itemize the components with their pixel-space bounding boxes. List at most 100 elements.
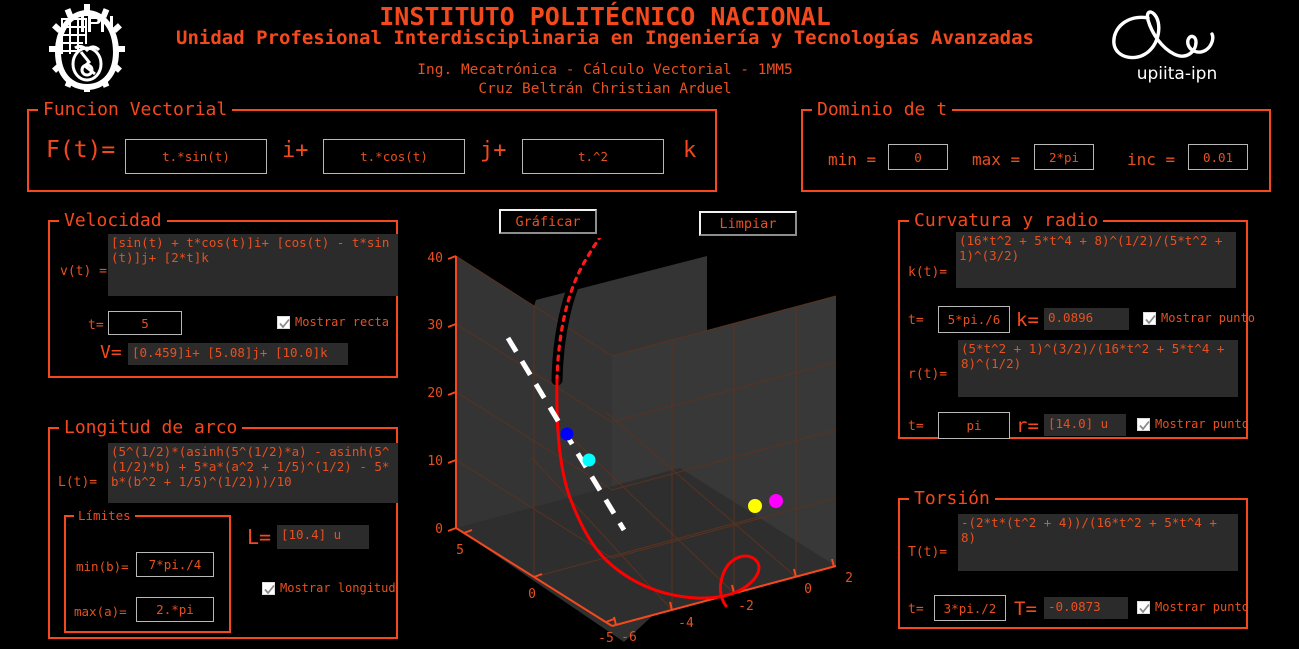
max-label: max = (972, 150, 1021, 169)
vt-label: v(t) = (60, 264, 107, 279)
mostrar-longitud-label: Mostrar longitud (280, 581, 396, 595)
i-unit-label: i+ (282, 138, 309, 163)
torsion-mostrar-punto-label: Mostrar punto (1155, 600, 1249, 614)
checkbox-box[interactable] (277, 315, 290, 329)
curvature-point-marker (560, 427, 574, 441)
velocidad-t-label: t= (88, 318, 104, 333)
svg-text:-5: -5 (598, 631, 614, 646)
min-label: min = (828, 150, 877, 169)
svg-text:-4: -4 (678, 616, 694, 631)
graficar-button[interactable]: Gráficar (499, 209, 597, 234)
radio-mostrar-punto-label: Mostrar punto (1155, 417, 1249, 431)
svg-text:0: 0 (804, 582, 812, 597)
z-tick-labels: 0 10 20 30 40 (427, 251, 443, 537)
velocidad-panel: Velocidad v(t) = [sin(t) + t*cos(t)]i+ [… (48, 211, 398, 378)
torsion-t-label: t= (908, 602, 924, 617)
torsion-point-marker (748, 499, 762, 513)
inc-label: inc = (1127, 150, 1176, 169)
checkbox-box[interactable] (262, 581, 275, 595)
r-value: [14.0] u (1044, 414, 1126, 436)
tmin-input[interactable] (888, 144, 948, 170)
z-ticks (447, 255, 457, 532)
k-unit-label: k (683, 138, 697, 163)
longitud-arco-legend: Longitud de arco (59, 418, 243, 438)
k-label: k= (1016, 309, 1039, 331)
min-b-label: min(b)= (76, 559, 129, 574)
torsion-panel: Torsión T(t)= -(2*t*(t^2 + 4))/(16*t^2 +… (898, 489, 1249, 629)
checkbox-box[interactable] (1143, 311, 1156, 325)
svg-text:40: 40 (427, 251, 443, 266)
curvatura-t-label: t= (908, 313, 924, 328)
svg-text:0: 0 (435, 522, 443, 537)
fz-input[interactable] (522, 139, 664, 174)
check-icon (264, 584, 275, 594)
mostrar-longitud-checkbox[interactable]: Mostrar longitud (262, 581, 396, 595)
dominio-panel: Dominio de t min = max = inc = (801, 100, 1271, 192)
torsion-mostrar-punto-checkbox[interactable]: Mostrar punto (1137, 600, 1249, 614)
longitud-arco-panel: Longitud de arco L(t)= (5^(1/2)*(asinh(5… (48, 418, 398, 639)
k-value: 0.0896 (1044, 308, 1129, 330)
max-a-input[interactable] (136, 597, 214, 622)
j-unit-label: j+ (480, 138, 507, 163)
tt-label: T(t)= (908, 545, 948, 560)
course-line: Ing. Mecatrónica - Cálculo Vectorial - 1… (417, 62, 793, 78)
author-line: Cruz Beltrán Christian Arduel (478, 81, 732, 97)
curvatura-mostrar-punto-checkbox[interactable]: Mostrar punto (1143, 311, 1255, 325)
mostrar-recta-checkbox[interactable]: Mostrar recta (277, 315, 389, 329)
funcion-vectorial-panel: Funcion Vectorial F(t)= i+ j+ k (27, 100, 717, 192)
upiita-logo-text: upiita-ipn (1136, 64, 1218, 84)
tt-expression: -(2*t*(t^2 + 4))/(16*t^2 + 5*t^4 + 8) (958, 514, 1238, 571)
tmax-input[interactable] (1034, 144, 1094, 170)
svg-text:-6: -6 (621, 630, 637, 645)
limites-panel: Límites min(b)= max(a)= (64, 508, 231, 633)
mostrar-recta-label: Mostrar recta (295, 315, 389, 329)
ft-label: F(t)= (46, 137, 116, 163)
L-label: L= (247, 525, 272, 549)
fy-input[interactable] (323, 139, 465, 174)
check-icon (1139, 603, 1150, 613)
lt-label: L(t)= (58, 475, 98, 490)
plot-3d-axes[interactable]: 0 10 20 30 40 5 0 -5 -6 -4 -2 0 2 (424, 238, 864, 646)
V-label: V= (100, 342, 122, 363)
limpiar-button[interactable]: Limpiar (699, 211, 797, 236)
rt-expression: (5*t^2 + 1)^(3/2)/(16*t^2 + 5*t^4 + 8)^(… (958, 340, 1238, 397)
svg-text:2: 2 (845, 571, 853, 586)
radius-point-marker (582, 453, 596, 467)
radio-mostrar-punto-checkbox[interactable]: Mostrar punto (1137, 417, 1249, 431)
checkbox-box[interactable] (1137, 600, 1150, 614)
svg-text:30: 30 (427, 318, 443, 333)
check-icon (1139, 420, 1150, 430)
ipn-logo (47, 2, 127, 94)
end-point-marker (769, 494, 783, 508)
svg-text:10: 10 (427, 454, 443, 469)
fx-input[interactable] (125, 139, 267, 174)
vt-expression: [sin(t) + t*cos(t)]i+ [cos(t) - t*sin(t)… (108, 234, 398, 296)
app-window: INSTITUTO POLITÉCNICO NACIONAL Unidad Pr… (0, 0, 1299, 649)
T-label: T= (1014, 598, 1037, 620)
torsion-t-input[interactable] (934, 595, 1006, 621)
svg-text:20: 20 (427, 386, 443, 401)
dominio-legend: Dominio de t (812, 100, 953, 120)
velocidad-t-input[interactable] (108, 311, 182, 335)
torsion-legend: Torsión (909, 489, 995, 509)
checkbox-box[interactable] (1137, 417, 1150, 431)
radio-t-label: t= (908, 419, 924, 434)
T-value: -0.0873 (1044, 597, 1128, 619)
radio-t-input[interactable] (938, 412, 1010, 439)
kt-expression: (16*t^2 + 5*t^4 + 8)^(1/2)/(5*t^2 + 1)^(… (956, 232, 1236, 288)
svg-text:-2: -2 (738, 599, 754, 614)
tinc-input[interactable] (1188, 144, 1248, 170)
limites-legend: Límites (74, 508, 135, 524)
max-a-label: max(a)= (74, 604, 127, 619)
curvatura-legend: Curvatura y radio (909, 211, 1104, 231)
curvatura-t-input[interactable] (938, 306, 1010, 333)
funcion-vectorial-legend: Funcion Vectorial (38, 100, 233, 120)
svg-text:0: 0 (528, 587, 536, 602)
rt-label: r(t)= (908, 367, 948, 382)
svg-text:5: 5 (456, 543, 464, 558)
check-icon (1145, 314, 1156, 324)
page-subtitle: Unidad Profesional Interdisciplinaria en… (176, 27, 1034, 49)
curvatura-panel: Curvatura y radio k(t)= (16*t^2 + 5*t^4 … (898, 211, 1255, 439)
kt-label: k(t)= (908, 265, 948, 280)
min-b-input[interactable] (136, 552, 214, 577)
